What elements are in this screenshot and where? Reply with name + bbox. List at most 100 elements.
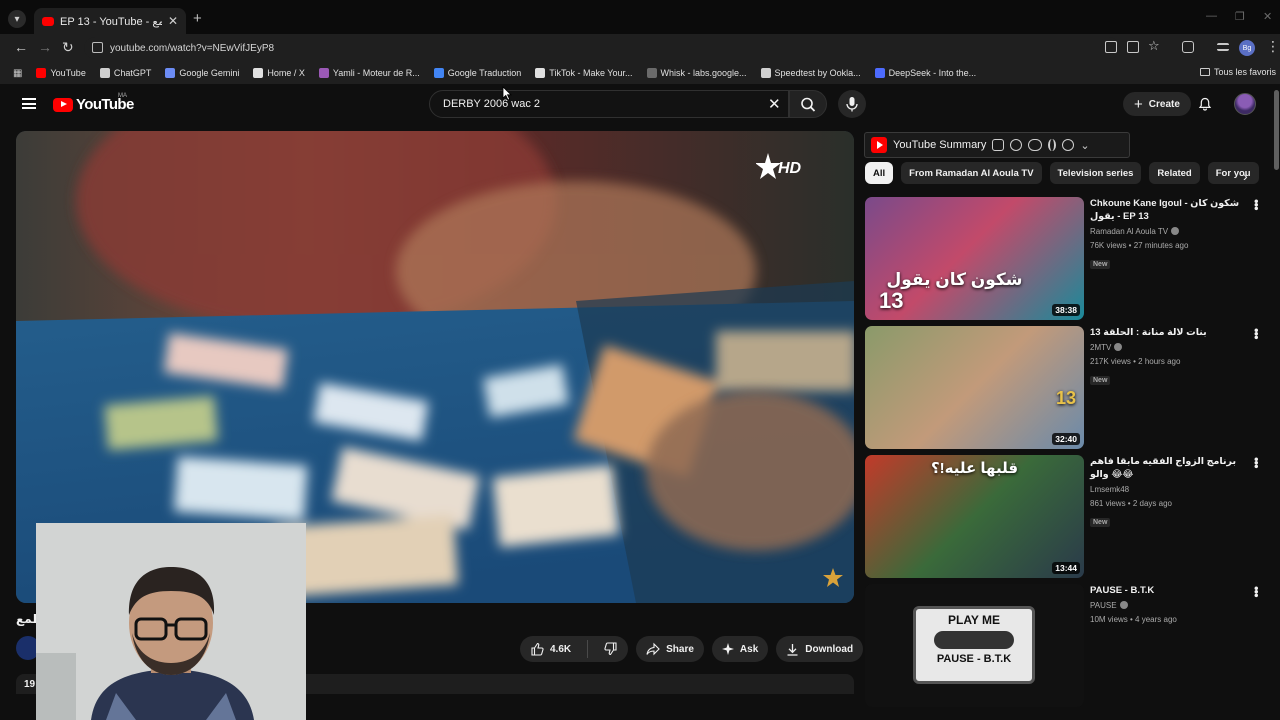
maximize-window-icon[interactable]: ❐	[1235, 10, 1245, 23]
video-thumbnail[interactable]: شكون كان يقول 13 38:38	[865, 197, 1084, 320]
thumb-text: شكون كان يقول	[886, 270, 1023, 289]
minimize-window-icon[interactable]: —	[1206, 10, 1217, 22]
video-title-link[interactable]: برنامج الزواج الفقيه مابقا فاهم والو 😂😂	[1090, 455, 1245, 481]
recommended-video[interactable]: 13 32:40 بنات لالة منانة : الحلقة 13 2MTV 21…	[865, 326, 1270, 450]
apps-grid-icon[interactable]: ▦	[13, 68, 22, 79]
video-info: PAUSE - B.T.K PAUSE 10M views • 4 years ag…	[1090, 584, 1245, 627]
video-title-link[interactable]: PAUSE - B.T.K	[1090, 584, 1245, 597]
audio-wave-icon[interactable]	[1048, 139, 1057, 151]
bookmark-item[interactable]: Yamli - Moteur de R...	[318, 68, 420, 78]
back-arrow-icon[interactable]: ←	[14, 39, 28, 55]
bookmark-item[interactable]: YouTube	[36, 68, 86, 78]
cast-icon[interactable]	[1127, 41, 1139, 53]
verified-check-icon	[1119, 601, 1128, 609]
search-input[interactable]: DERBY 2006 wac 2	[429, 90, 789, 118]
bookmark-item[interactable]: ChatGPT	[99, 68, 151, 78]
forward-arrow-icon[interactable]: →	[38, 39, 52, 55]
country-code: MA	[118, 93, 127, 99]
channel-hd-watermark-icon: HD	[756, 153, 802, 179]
bookmark-item[interactable]: TikTok - Make Your...	[535, 68, 633, 78]
download-button[interactable]: Download	[776, 636, 864, 662]
new-badge: New	[1090, 260, 1111, 269]
bookmark-star-icon[interactable]: ☆	[1148, 38, 1160, 54]
bookmark-favicon-icon	[535, 68, 546, 78]
browser-tab-active[interactable]: EP 13 - YouTube - عش الطمع ✕	[34, 8, 186, 34]
profile-avatar[interactable]: Bg	[1239, 40, 1255, 56]
translate-icon[interactable]	[1105, 41, 1117, 53]
video-meta: 861 views • 2 days ago	[1090, 499, 1172, 508]
notifications-bell-icon[interactable]	[1198, 97, 1212, 111]
openai-icon[interactable]	[1010, 139, 1023, 151]
filter-chip[interactable]: Television series	[1049, 162, 1142, 184]
channel-name-row[interactable]: Lmsemk48	[1090, 483, 1245, 497]
ask-button[interactable]: Ask	[711, 636, 769, 662]
video-thumbnail[interactable]: PLAY ME PAUSE - B.T.K	[865, 584, 1084, 707]
account-avatar[interactable]	[1234, 93, 1256, 115]
chips-next-arrow-icon[interactable]: ›	[1243, 168, 1248, 184]
bookmark-item[interactable]: Whisk - labs.google...	[646, 68, 747, 78]
address-bar[interactable]: youtube.com/watch?v=NEwVifJEyP8	[84, 37, 1120, 59]
youtube-logo[interactable]: YouTube MA	[53, 93, 134, 113]
extensions-icon[interactable]	[1182, 41, 1194, 53]
webcam-overlay	[36, 523, 306, 720]
close-window-icon[interactable]: ✕	[1263, 10, 1272, 23]
media-control-icon[interactable]	[1217, 43, 1229, 51]
channel-name-row[interactable]: 2MTV	[1090, 341, 1245, 355]
bookmark-item[interactable]: DeepSeek - Into the...	[874, 68, 976, 78]
share-button[interactable]: Share	[636, 636, 704, 662]
search-button[interactable]	[789, 90, 827, 118]
more-options-icon[interactable]: •••	[1249, 199, 1264, 210]
channel-name: PAUSE	[1090, 601, 1117, 610]
new-tab-button[interactable]: +	[193, 10, 202, 27]
tab-search-button[interactable]: ▾	[8, 10, 26, 28]
reload-icon[interactable]: ↻	[62, 39, 74, 56]
filter-chip[interactable]: From Ramadan Al Aoula TV	[901, 162, 1042, 184]
broadcaster-corner-logo-icon	[823, 568, 843, 587]
thumbs-up-icon	[531, 642, 544, 656]
browser-menu-icon[interactable]: ⋮	[1266, 38, 1280, 55]
video-duration: 38:38	[1052, 304, 1080, 316]
filter-chip[interactable]: All	[865, 162, 894, 184]
youtube-summary-extension-bar[interactable]: YouTube Summary ⌄	[864, 132, 1130, 158]
clear-search-icon[interactable]: ✕	[768, 95, 781, 113]
recommended-video[interactable]: PLAY ME PAUSE - B.T.K PAUSE - B.T.K PAUSE 10…	[865, 584, 1270, 708]
video-thumbnail[interactable]: قلبها عليه!؟ 13:44	[865, 455, 1084, 578]
robot-icon[interactable]	[992, 139, 1005, 151]
bookmark-item[interactable]: Home / X	[253, 68, 305, 78]
create-button[interactable]: + Create	[1123, 92, 1191, 116]
recommended-video[interactable]: قلبها عليه!؟ 13:44 برنامج الزواج الفقيه ما…	[865, 455, 1270, 579]
settings-gear-icon[interactable]	[1062, 139, 1075, 151]
search-input-value: DERBY 2006 wac 2	[443, 98, 541, 110]
bookmark-item[interactable]: Google Traduction	[433, 68, 521, 78]
expand-chevron-icon[interactable]: ⌄	[1080, 139, 1089, 152]
channel-name-row[interactable]: Ramadan Al Aoula TV	[1090, 225, 1245, 239]
video-title-link[interactable]: Chkoune Kane Igoul - شكون كان يقول - EP …	[1090, 197, 1245, 223]
bookmark-item[interactable]: Speedtest by Ookla...	[760, 68, 861, 78]
filter-chip[interactable]: Related	[1149, 162, 1200, 184]
voice-search-button[interactable]	[838, 90, 866, 118]
channel-name: Ramadan Al Aoula TV	[1090, 227, 1169, 236]
tab-close-icon[interactable]: ✕	[168, 14, 178, 28]
more-options-icon[interactable]: •••	[1249, 586, 1264, 597]
page-scrollbar[interactable]	[1274, 90, 1279, 170]
dislike-button[interactable]	[594, 636, 628, 662]
like-button[interactable]: 4.6K	[520, 636, 581, 662]
channel-name-row[interactable]: PAUSE	[1090, 599, 1245, 613]
all-bookmarks-folder[interactable]: Tous les favoris	[1199, 67, 1276, 77]
hd-watermark-text: HD	[778, 160, 802, 177]
bookmark-item[interactable]: Google Gemini	[165, 68, 239, 78]
cassette-image: PLAY ME PAUSE - B.T.K	[913, 606, 1035, 684]
share-label: Share	[666, 643, 694, 655]
bookmark-label: YouTube	[50, 68, 86, 78]
more-options-icon[interactable]: •••	[1249, 328, 1264, 339]
site-info-icon[interactable]	[92, 42, 103, 53]
video-title-link[interactable]: بنات لالة منانة : الحلقة 13	[1090, 326, 1245, 339]
glasses-icon[interactable]	[1028, 139, 1043, 151]
guide-menu-icon[interactable]	[22, 98, 36, 109]
video-thumbnail[interactable]: 13 32:40	[865, 326, 1084, 449]
recommended-video[interactable]: شكون كان يقول 13 38:38 Chkoune Kane Igoul -…	[865, 197, 1270, 321]
more-options-icon[interactable]: •••	[1249, 457, 1264, 468]
new-badge: New	[1090, 376, 1111, 385]
video-meta: 10M views • 4 years ago	[1090, 615, 1177, 624]
filter-chip[interactable]: For you	[1207, 162, 1259, 184]
